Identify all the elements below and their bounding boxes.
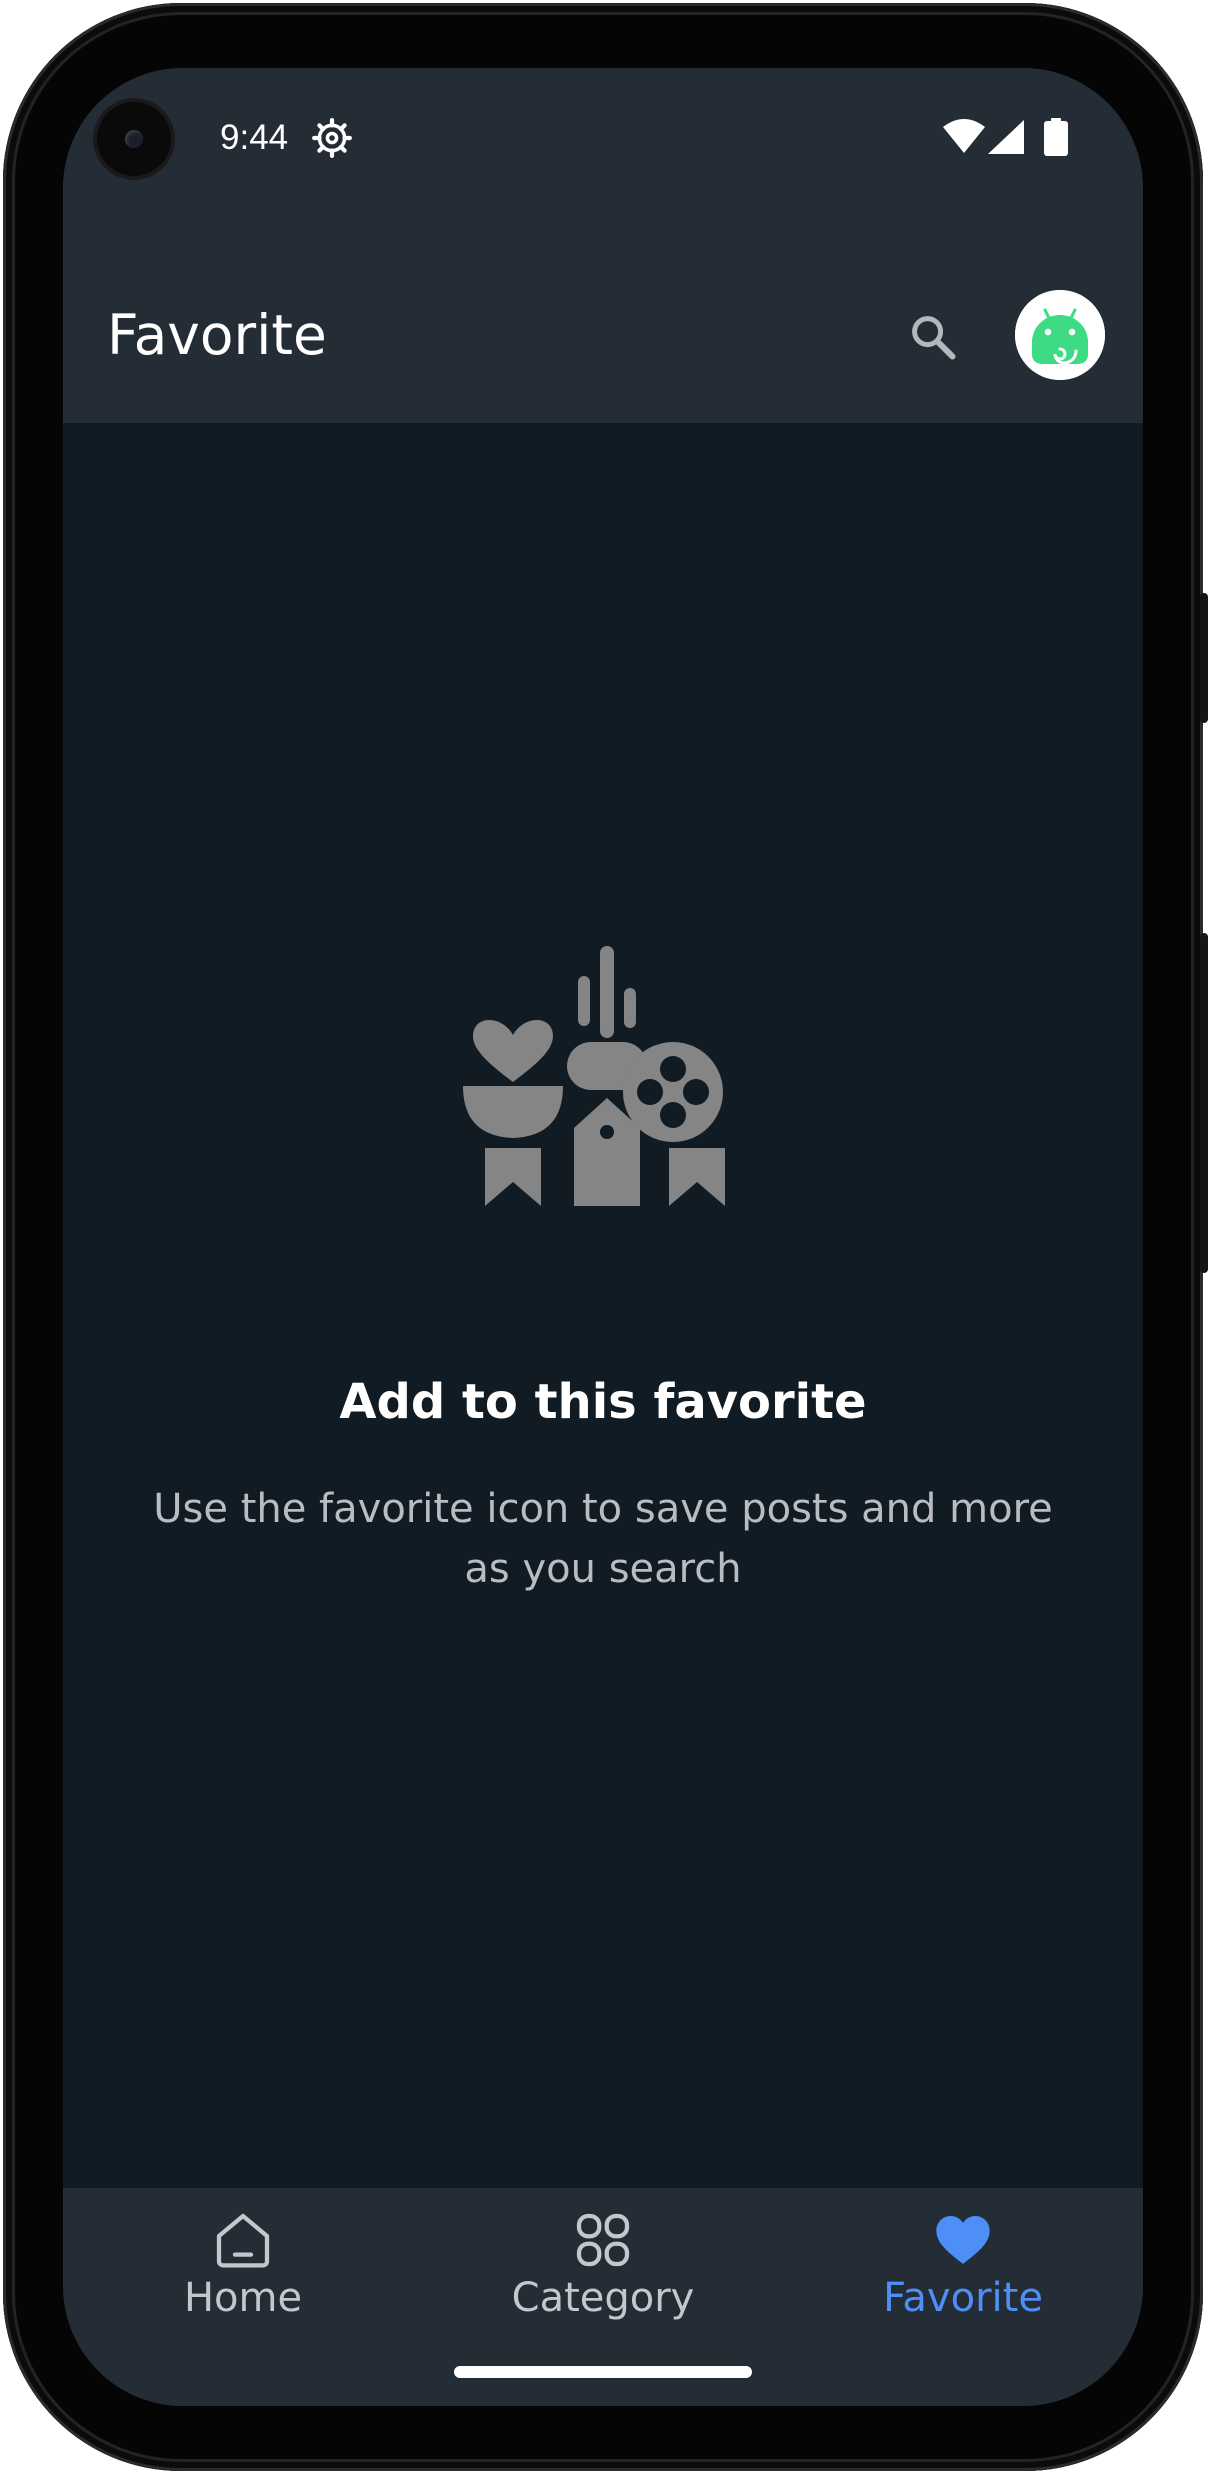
nav-label-home: Home	[183, 2275, 303, 2321]
status-time: 9:44	[220, 118, 289, 157]
search-icon	[912, 316, 956, 360]
search-button[interactable]	[901, 305, 965, 369]
favorites-empty-illustration	[463, 946, 725, 1206]
device-screen: 9:44 Favorite Add to this favorite Use t…	[63, 68, 1143, 2406]
favorites-content: Add to this favorite Use the favorite ic…	[63, 423, 1143, 2253]
settings-gear-icon	[312, 118, 352, 158]
top-app-bar: Favorite	[63, 223, 1143, 423]
nav-item-category[interactable]: Category	[423, 2188, 783, 2358]
wifi-icon	[943, 119, 985, 153]
nav-label-favorite: Favorite	[883, 2275, 1043, 2321]
nav-item-favorite[interactable]: Favorite	[783, 2188, 1143, 2358]
nav-label-category: Category	[511, 2275, 695, 2321]
nav-item-home[interactable]: Home	[63, 2188, 423, 2358]
empty-state-description: Use the favorite icon to save posts and …	[153, 1486, 1053, 1592]
phone-frame: 9:44 Favorite Add to this favorite Use t…	[3, 3, 1208, 2471]
page-title: Favorite	[107, 303, 327, 367]
category-grid-icon	[576, 2213, 630, 2267]
heart-icon	[936, 2216, 990, 2264]
front-camera	[97, 102, 171, 176]
empty-state-title: Add to this favorite	[339, 1374, 867, 1430]
power-button	[1200, 593, 1208, 723]
home-icon	[216, 2213, 270, 2268]
volume-button	[1200, 933, 1208, 1273]
android-avatar-icon	[1015, 290, 1105, 380]
gesture-navigation-handle[interactable]	[454, 2366, 752, 2378]
cell-signal-icon	[988, 120, 1024, 154]
battery-icon	[1044, 118, 1068, 156]
profile-avatar-button[interactable]	[1015, 290, 1105, 380]
status-bar: 9:44	[63, 68, 1143, 223]
